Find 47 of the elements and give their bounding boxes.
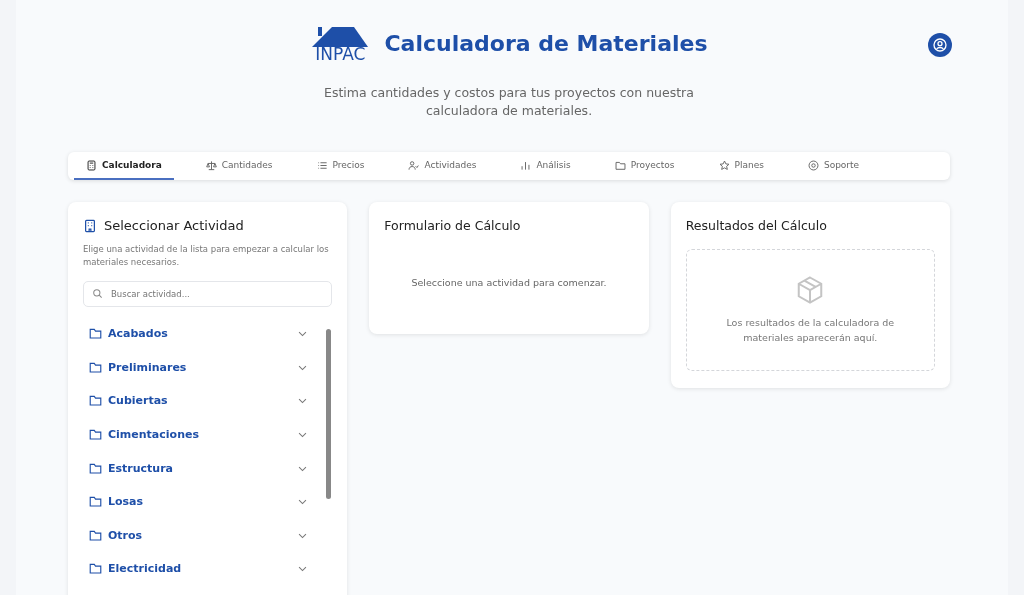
category-item[interactable]: Cimentaciones <box>89 417 309 452</box>
tab[interactable]: Soporte <box>795 152 872 180</box>
category-item[interactable]: Acabados <box>89 317 309 351</box>
folder-icon <box>89 394 102 408</box>
folder-icon <box>89 327 102 341</box>
bar-chart-icon <box>520 159 532 171</box>
tab[interactable]: Proyectos <box>602 152 687 180</box>
category-item[interactable]: Otros <box>89 518 309 553</box>
empty-message: Los resultados de la calculadora de materiales aparecerán aquí. <box>725 316 896 345</box>
search-field[interactable]: Buscar actividad... <box>83 281 333 307</box>
lifebuoy-icon <box>807 159 819 171</box>
card-description: Elige una actividad de la lista para empezar a calcular los materiales necesarios. <box>83 243 330 269</box>
house-logo-icon <box>310 24 371 49</box>
list-icon <box>316 159 328 171</box>
tab[interactable]: Precios <box>304 152 377 180</box>
card-title: Seleccionar Actividad <box>104 218 244 233</box>
tab[interactable]: Planes <box>706 152 776 180</box>
category-item[interactable]: Estructura <box>89 451 309 485</box>
empty-message: Seleccione una actividad para comenzar. <box>410 277 608 288</box>
folder-icon <box>89 562 102 576</box>
scale-icon <box>205 159 217 171</box>
folder-icon <box>89 528 102 542</box>
calculator-icon <box>86 159 97 171</box>
card-title: Formulario de Cálculo <box>384 218 522 233</box>
logo-text: INPAC <box>315 45 366 62</box>
folder-icon <box>89 428 102 442</box>
folder-icon <box>89 360 102 374</box>
category-item[interactable]: Preliminares <box>89 350 309 385</box>
user-icon <box>932 37 948 53</box>
category-item[interactable]: Cubiertas <box>89 384 309 418</box>
page-title: Calculadora de Materiales <box>384 30 708 56</box>
building-icon <box>83 218 97 233</box>
tab[interactable]: Análisis <box>508 152 583 180</box>
user-check-icon <box>408 159 420 171</box>
folder-icon <box>614 159 626 171</box>
scrollbar[interactable] <box>326 329 332 499</box>
card-title: Resultados del Cálculo <box>685 218 828 233</box>
tab[interactable]: Actividades <box>396 152 489 180</box>
folder-icon <box>89 495 102 509</box>
folder-icon <box>89 461 102 475</box>
subtitle: Estima cantidades y costos para tus proyectos con nuestra calculadora de materiales. <box>323 84 695 120</box>
tab[interactable]: Cantidades <box>193 152 285 180</box>
tab[interactable]: Calculadora <box>74 152 174 180</box>
category-item[interactable]: Losas <box>89 484 309 519</box>
user-avatar-button[interactable] <box>928 33 952 57</box>
category-item[interactable]: Electricidad <box>89 552 309 586</box>
star-icon <box>718 159 730 171</box>
